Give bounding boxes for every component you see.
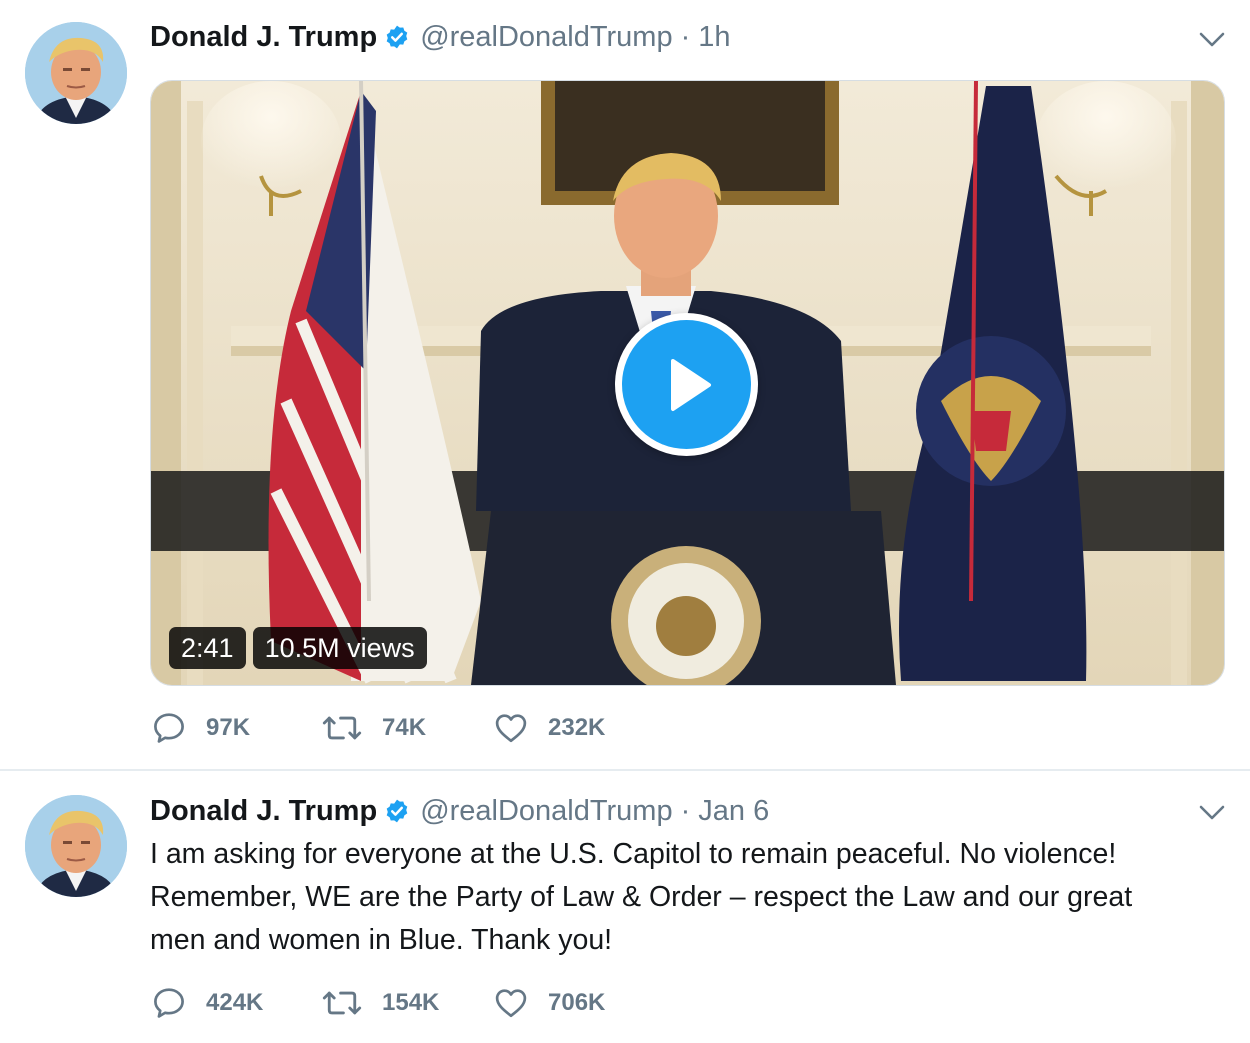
tweet-text[interactable]: Donald J. Trump @realDonaldTrump · Jan 6… <box>0 771 1250 1043</box>
tweet-body: I am asking for everyone at the U.S. Cap… <box>150 833 1210 962</box>
play-button[interactable] <box>615 313 758 456</box>
reply-bubble-icon <box>154 713 184 743</box>
play-icon <box>670 358 711 411</box>
avatar[interactable] <box>25 795 127 897</box>
video-player[interactable]: 2:41 10.5M views <box>150 80 1225 686</box>
tweet-text-line: I am asking for everyone at the U.S. Cap… <box>150 838 1117 870</box>
video-views: 10.5M views <box>252 627 427 669</box>
tweet-timestamp[interactable]: 1h <box>698 21 730 54</box>
tweet-text-line: Remember, WE are the Party of Law & Orde… <box>150 881 1133 913</box>
like-count: 232K <box>548 714 606 741</box>
tweet-header: Donald J. Trump @realDonaldTrump · Jan 6 <box>150 791 769 831</box>
like-button[interactable]: 232K <box>494 711 694 745</box>
reply-bubble-icon <box>154 988 184 1018</box>
verified-badge-icon <box>384 24 410 50</box>
tweet-text-line: men and women in Blue. Thank you! <box>150 924 613 956</box>
author-name[interactable]: Donald J. Trump <box>150 795 377 828</box>
tweet-actions: 424K 154K 706K <box>152 986 694 1020</box>
author-name[interactable]: Donald J. Trump <box>150 21 377 54</box>
author-handle[interactable]: @realDonaldTrump <box>420 795 672 828</box>
retweet-arrows-icon <box>322 991 362 1015</box>
separator-dot: · <box>680 20 691 53</box>
retweet-arrows-icon <box>322 716 362 740</box>
like-button[interactable]: 706K <box>494 986 694 1020</box>
reply-button[interactable]: 97K <box>152 711 322 745</box>
heart-icon <box>495 714 527 743</box>
video-duration: 2:41 <box>169 627 246 669</box>
reply-count: 424K <box>206 989 264 1016</box>
reply-count: 97K <box>206 714 251 741</box>
heart-icon <box>495 989 527 1018</box>
chevron-down-icon[interactable] <box>1194 795 1230 831</box>
tweet-header: Donald J. Trump @realDonaldTrump · 1h <box>150 17 731 57</box>
reply-button[interactable]: 424K <box>152 986 322 1020</box>
like-count: 706K <box>548 989 606 1016</box>
retweet-count: 74K <box>382 714 427 741</box>
tweet-video[interactable]: Donald J. Trump @realDonaldTrump · 1h 2:… <box>0 0 1250 770</box>
tweet-timestamp[interactable]: Jan 6 <box>698 795 769 828</box>
retweet-button[interactable]: 154K <box>322 986 494 1020</box>
chevron-down-icon[interactable] <box>1194 22 1230 58</box>
verified-badge-icon <box>384 798 410 824</box>
retweet-count: 154K <box>382 989 440 1016</box>
tweet-actions: 97K 74K 232K <box>152 711 694 745</box>
retweet-button[interactable]: 74K <box>322 711 494 745</box>
author-handle[interactable]: @realDonaldTrump <box>420 21 672 54</box>
avatar[interactable] <box>25 22 127 124</box>
separator-dot: · <box>680 794 691 827</box>
